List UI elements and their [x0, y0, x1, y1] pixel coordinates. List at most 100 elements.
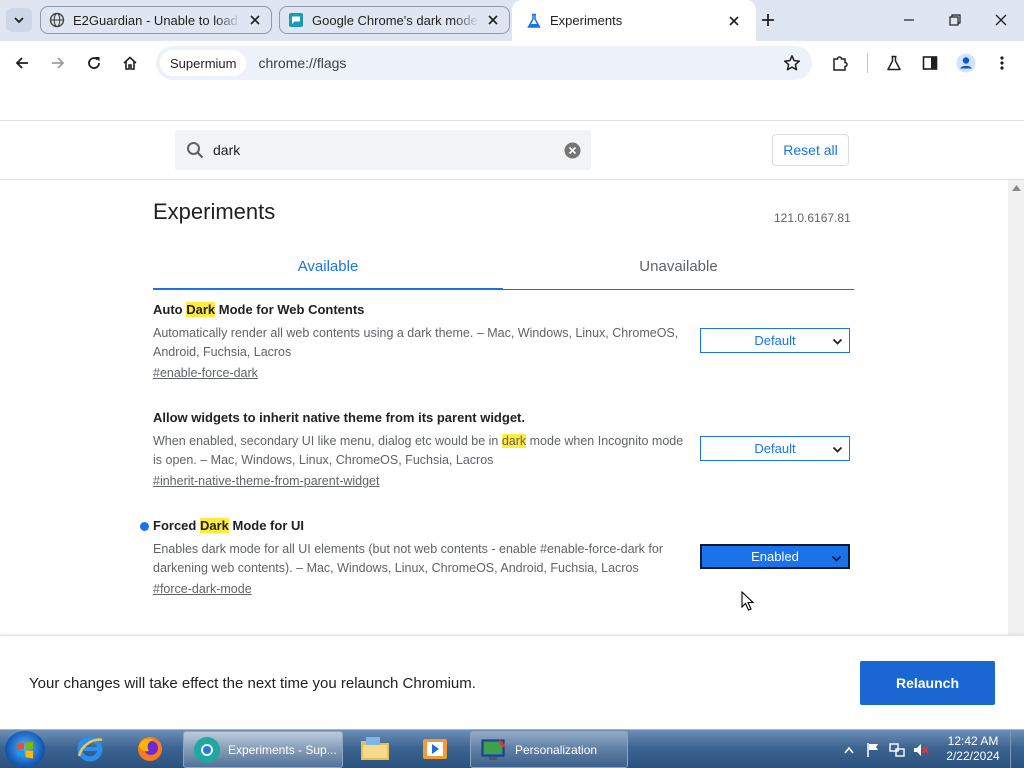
windows-logo-icon [17, 741, 33, 758]
restore-icon [949, 14, 961, 26]
experiment-link[interactable]: #force-dark-mode [153, 582, 252, 596]
menu-button[interactable] [988, 49, 1016, 77]
experiment-select[interactable]: Default [700, 328, 850, 353]
relaunch-bar: Your changes will take effect the next t… [0, 635, 1024, 729]
extensions-button[interactable] [826, 49, 854, 77]
relaunch-button[interactable]: Relaunch [860, 661, 995, 705]
reload-button[interactable] [80, 49, 108, 77]
close-window-button[interactable] [986, 6, 1016, 34]
close-icon[interactable] [726, 13, 742, 29]
system-clock[interactable]: 12:42 AM 2/22/2024 [944, 734, 1002, 764]
media-player-button[interactable] [415, 732, 455, 766]
network-icon[interactable] [888, 741, 906, 759]
experiment-enable-force-dark: Auto Dark Mode for Web Contents Automati… [153, 302, 854, 382]
experiment-name: Allow widgets to inherit native theme fr… [153, 410, 525, 425]
experiment-inherit-native-theme: Allow widgets to inherit native theme fr… [153, 410, 854, 490]
explorer-button[interactable] [355, 732, 395, 766]
flags-header: dark Reset all [0, 120, 1024, 180]
task-label: Experiments - Sup... [228, 742, 337, 757]
select-value: Default [754, 441, 796, 456]
modified-indicator [140, 522, 149, 531]
tab-available[interactable]: Available [153, 250, 503, 290]
restore-button[interactable] [940, 6, 970, 34]
flask-icon [887, 55, 901, 71]
system-tray [840, 730, 936, 768]
puzzle-icon [833, 56, 848, 71]
new-tab-button[interactable] [758, 10, 778, 30]
bookmark-star-icon[interactable] [782, 53, 802, 73]
media-player-icon [423, 739, 447, 759]
tab-unavailable[interactable]: Unavailable [503, 250, 854, 290]
arrow-right-icon [52, 57, 65, 69]
folder-icon [361, 737, 389, 760]
tab-search-button[interactable] [6, 8, 32, 32]
experiment-link[interactable]: #enable-force-dark [153, 366, 258, 380]
avatar-icon [956, 53, 976, 73]
taskbar-task-experiments[interactable]: Experiments - Sup... [183, 731, 343, 768]
page-title: Experiments [153, 199, 276, 224]
labs-button[interactable] [880, 49, 908, 77]
experiment-description: When enabled, secondary UI like menu, di… [153, 434, 684, 467]
clear-search-icon[interactable] [563, 141, 581, 159]
close-icon[interactable] [247, 12, 263, 28]
address-bar[interactable]: Supermium chrome://flags [156, 46, 812, 80]
flags-tabs: Available Unavailable [153, 250, 854, 290]
experiment-select[interactable]: Default [700, 436, 850, 461]
site-chip[interactable]: Supermium [160, 50, 247, 76]
show-desktop-button[interactable] [1010, 730, 1024, 768]
experiment-name: Forced Dark Mode for UI [153, 518, 304, 533]
firefox-button[interactable] [130, 732, 170, 766]
flags-search-box[interactable]: dark [175, 130, 591, 170]
experiment-description: Enables dark mode for all UI elements (b… [153, 542, 663, 575]
toolbar-divider [867, 53, 868, 73]
experiment-name: Auto Dark Mode for Web Contents [153, 302, 365, 317]
action-center-flag-icon[interactable] [864, 741, 882, 759]
plus-icon [762, 14, 774, 26]
page-scrollbar[interactable] [1008, 180, 1024, 635]
show-hidden-icons-icon[interactable] [840, 741, 858, 759]
home-icon [123, 56, 137, 70]
reset-all-button[interactable]: Reset all [772, 134, 849, 166]
search-icon [185, 140, 205, 160]
experiment-select[interactable]: Enabled [700, 544, 850, 569]
close-icon [995, 14, 1007, 26]
select-value: Default [754, 333, 796, 348]
firefox-icon [138, 737, 162, 761]
volume-muted-icon[interactable] [912, 741, 930, 759]
tab-experiments[interactable]: Experiments [512, 0, 756, 41]
search-highlight: dark [501, 434, 527, 448]
experiment-force-dark-mode: Forced Dark Mode for UI Enables dark mod… [140, 518, 854, 598]
experiment-description: Automatically render all web contents us… [153, 326, 679, 359]
comment-icon [288, 12, 304, 28]
globe-icon [49, 12, 65, 28]
url-text[interactable]: chrome://flags [258, 55, 346, 71]
scroll-up-arrow-icon[interactable] [1011, 184, 1021, 192]
start-button[interactable] [5, 731, 45, 768]
forward-button[interactable] [44, 49, 72, 77]
side-panel-icon [922, 56, 938, 70]
tab-e2guardian[interactable]: E2Guardian - Unable to load w [40, 6, 272, 34]
reload-icon [88, 57, 100, 69]
search-input[interactable]: dark [213, 142, 563, 158]
tab-title: E2Guardian - Unable to load w [73, 12, 241, 28]
chevron-down-icon [831, 443, 843, 455]
side-panel-button[interactable] [916, 49, 944, 77]
experiment-link[interactable]: #inherit-native-theme-from-parent-widget [153, 474, 379, 488]
back-button[interactable] [8, 49, 36, 77]
internet-explorer-button[interactable] [70, 732, 110, 766]
browser-toolbar: Supermium chrome://flags [0, 41, 1024, 84]
chromium-icon [192, 735, 222, 765]
minimize-button[interactable] [894, 6, 924, 34]
chevron-down-icon [831, 335, 843, 347]
search-highlight: Dark [186, 302, 216, 317]
task-label: Personalization [515, 742, 598, 757]
profile-button[interactable] [952, 49, 980, 77]
tab-strip: E2Guardian - Unable to load w Google Chr… [0, 0, 1024, 41]
chevron-down-icon [14, 17, 24, 24]
taskbar-task-personalization[interactable]: Personalization [470, 731, 628, 768]
home-button[interactable] [116, 49, 144, 77]
internet-explorer-icon [77, 736, 103, 762]
clock-time: 12:42 AM [947, 734, 999, 748]
close-icon[interactable] [485, 12, 501, 28]
tab-dark-mode-article[interactable]: Google Chrome's dark mode a [279, 6, 510, 34]
